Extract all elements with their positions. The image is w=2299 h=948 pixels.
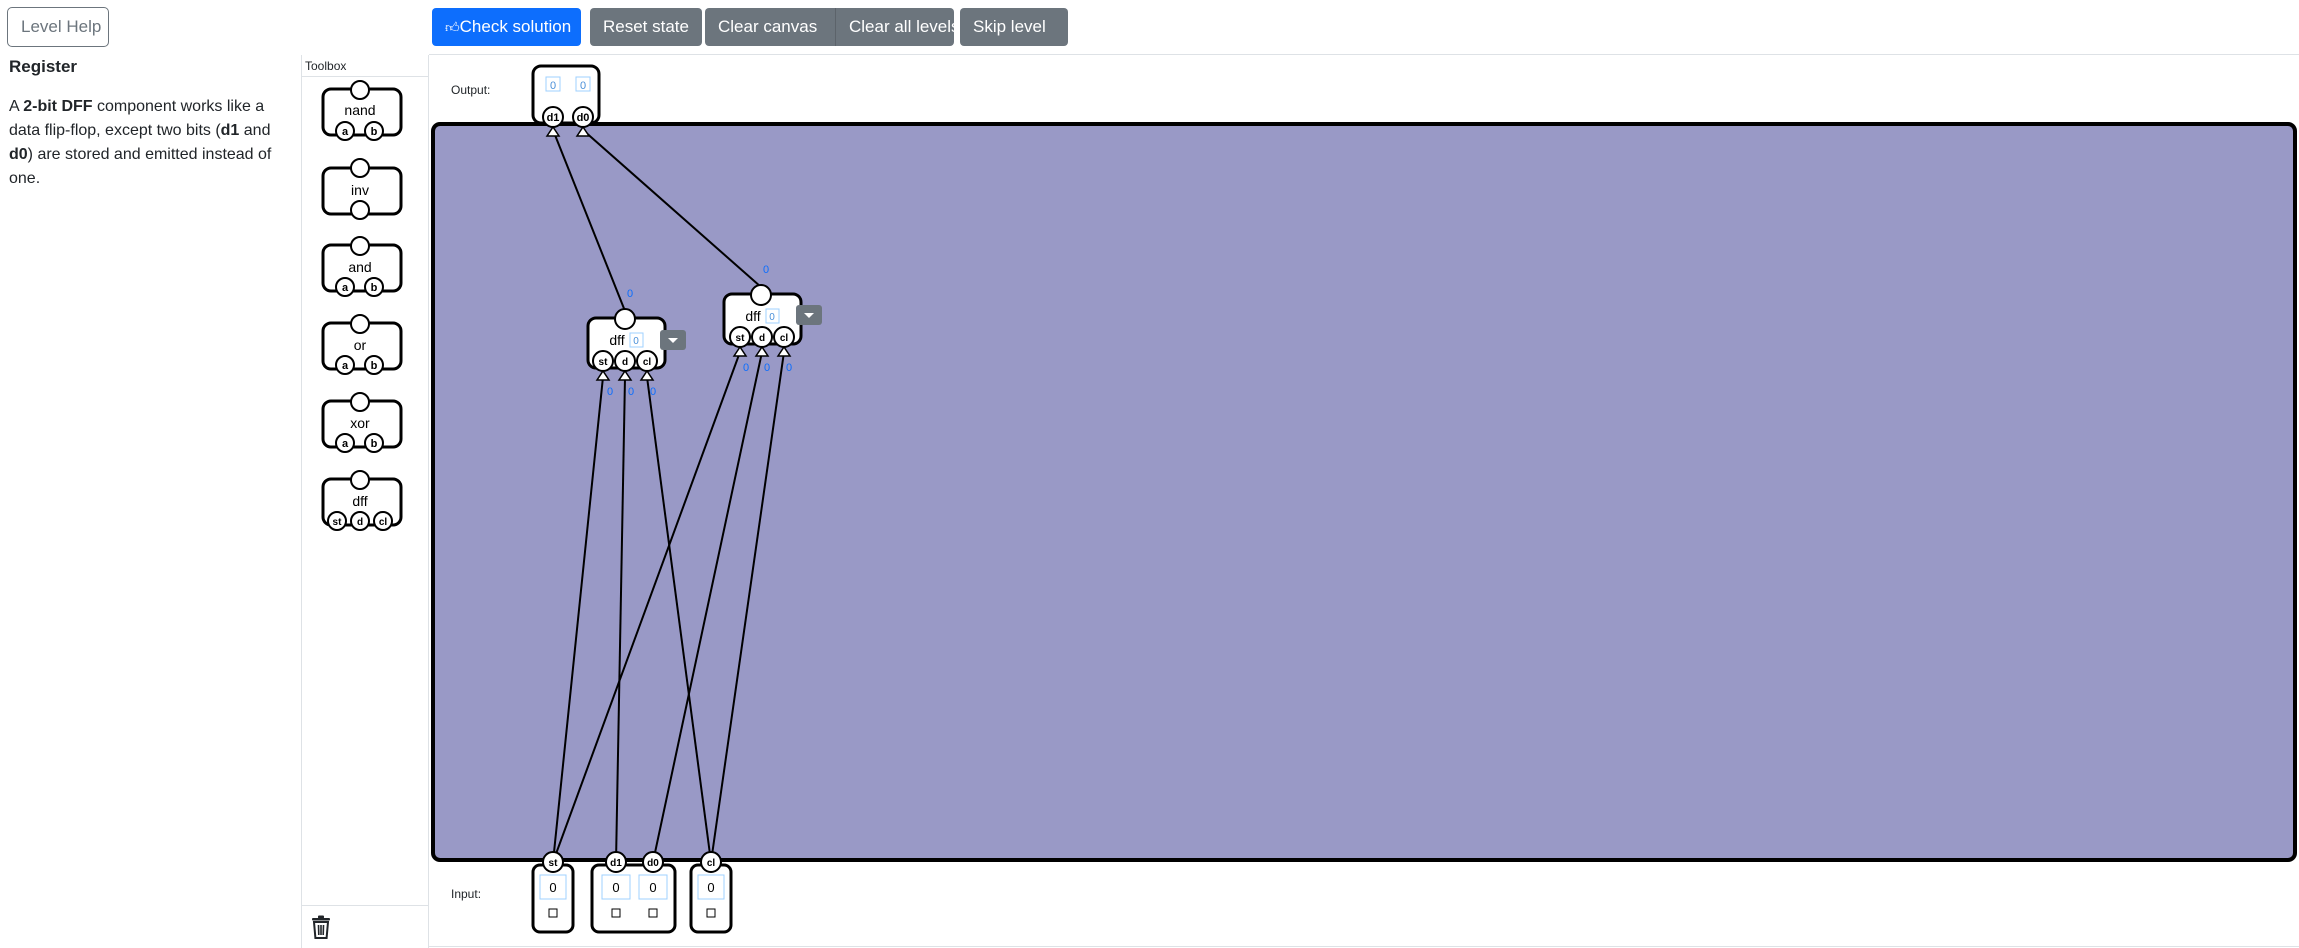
pin-label: d: [759, 333, 765, 344]
input-value: 0: [707, 880, 714, 895]
input-group-st: st 0: [531, 851, 575, 934]
wire-value-badge: 0: [763, 264, 769, 276]
dff-state: 0: [769, 312, 775, 323]
input-pin-arrow: [776, 345, 792, 357]
wire[interactable]: [582, 129, 762, 288]
output-block: 0 0 d1 d0: [531, 64, 601, 137]
wire[interactable]: [710, 351, 785, 863]
output-pin-arrow: [575, 125, 591, 137]
input-pin-arrow: [732, 345, 748, 357]
wire-value-badge: 0: [628, 386, 634, 398]
input-pin-st: st: [549, 858, 559, 869]
pin-label: d: [622, 357, 628, 368]
pin-label: cl: [643, 357, 652, 368]
input-value: 0: [549, 880, 556, 895]
output-value-d0: 0: [580, 80, 586, 92]
wire[interactable]: [552, 351, 741, 863]
component-label: dff: [745, 308, 760, 324]
wire-value-badge: 0: [607, 386, 613, 398]
input-toggle-checkbox[interactable]: [548, 908, 558, 918]
input-pin-cl: cl: [707, 858, 716, 869]
wire[interactable]: [552, 376, 604, 863]
wire-value-badge: 0: [743, 362, 749, 374]
wire-value-badge: 0: [786, 362, 792, 374]
input-pin-d1: d1: [610, 858, 622, 869]
wire[interactable]: [646, 376, 712, 863]
input-toggle-checkbox[interactable]: [611, 908, 621, 918]
input-value: 0: [612, 880, 619, 895]
component-label: dff: [609, 332, 624, 348]
input-group-d: d1 d0 0 0: [590, 851, 677, 934]
output-pin-arrow: [545, 125, 561, 137]
wire-value-badge: 0: [650, 386, 656, 398]
wire[interactable]: [652, 351, 763, 863]
input-pin-arrow: [754, 345, 770, 357]
input-group-cl: cl 0: [689, 851, 733, 934]
input-toggle-checkbox[interactable]: [706, 908, 716, 918]
pin-label: st: [736, 333, 746, 344]
dff-state: 0: [633, 336, 639, 347]
wire-value-badge: 0: [627, 288, 633, 300]
input-pin-arrow: [639, 369, 655, 381]
pin-label: cl: [780, 333, 789, 344]
output-value-d1: 0: [550, 80, 556, 92]
wire-value-badge: 0: [764, 362, 770, 374]
input-pin-arrow: [595, 369, 611, 381]
circuit-overlay: 0 0 d1 d0 0 dff 0 st d cl 0 0 0 0 dff 0 …: [531, 64, 822, 934]
input-pin-arrow: [617, 369, 633, 381]
wires: [552, 129, 785, 863]
wire[interactable]: [615, 376, 626, 863]
pin-label: st: [599, 357, 609, 368]
output-pin-d0: d0: [577, 112, 590, 124]
input-toggle-checkbox[interactable]: [648, 908, 658, 918]
output-pin-d1: d1: [547, 112, 560, 124]
input-pin-d0: d0: [647, 858, 659, 869]
input-value: 0: [649, 880, 656, 895]
